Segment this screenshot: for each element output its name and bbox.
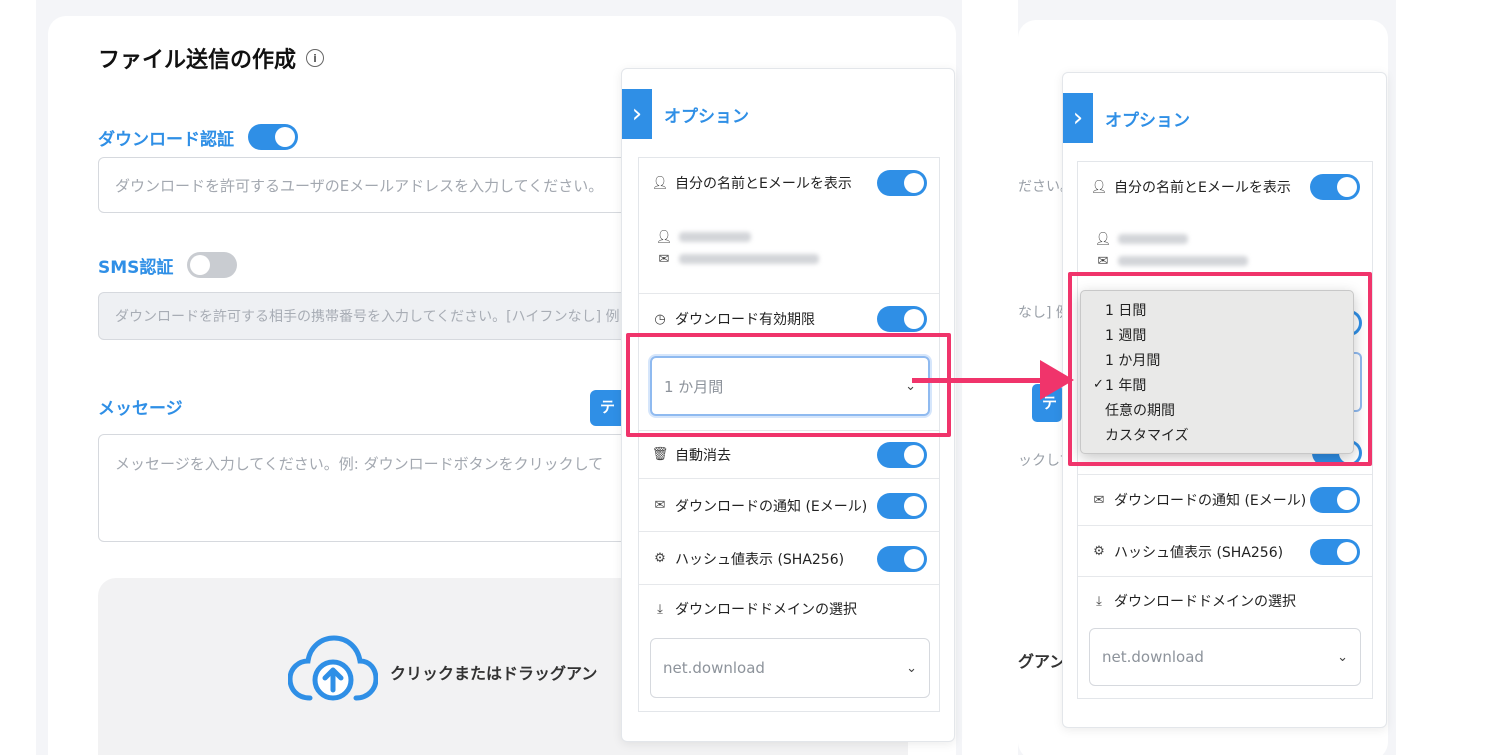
blurred-name xyxy=(679,232,751,242)
user-icon: 👤︎ xyxy=(651,175,669,191)
download-icon: ⤓ xyxy=(657,601,663,617)
options-title: オプション xyxy=(1105,110,1190,131)
show-name-email-toggle[interactable] xyxy=(1310,174,1360,200)
message-label: メッセージ xyxy=(98,394,183,419)
mail-icon: ✉ xyxy=(658,251,670,267)
mail-icon: ✉ xyxy=(654,498,666,513)
sender-info-blurred: 👤︎ ✉ xyxy=(655,229,819,288)
domain-select-value: net.download xyxy=(1102,648,1204,666)
option-domain-label: ダウンロードドメインの選択 xyxy=(1114,594,1296,610)
clock-icon: ◷ xyxy=(654,311,666,327)
option-show-name-email-label: 自分の名前とEメールを表示 xyxy=(675,176,852,192)
option-notify: ✉ ダウンロードの通知 (Eメール) xyxy=(1078,474,1372,526)
trash-icon: 🗑︎ xyxy=(651,447,669,462)
screenshot-stage: ファイル送信の作成 i ダウンロード認証 ダウンロードを許可するユーザのEメール… xyxy=(0,0,1500,755)
hash-toggle[interactable] xyxy=(1310,538,1360,565)
expiry-toggle[interactable] xyxy=(877,306,927,332)
options-header: › オプション xyxy=(622,89,749,139)
user-icon: 👤︎ xyxy=(1094,231,1112,247)
page-title: ファイル送信の作成 i xyxy=(98,42,325,74)
download-icon: ⤓ xyxy=(1096,593,1102,609)
option-show-name-email: 👤︎ 自分の名前とEメールを表示 xyxy=(1078,162,1372,212)
download-auth-label-text: ダウンロード認証 xyxy=(98,129,234,150)
highlight-box-expiry-select xyxy=(626,333,951,437)
mail-icon: ✉ xyxy=(1093,492,1105,508)
sender-email-row: ✉ xyxy=(657,251,819,267)
domain-select[interactable]: net.download ⌄ xyxy=(1089,628,1361,686)
chevron-down-icon: ⌄ xyxy=(1337,649,1348,665)
user-icon: 👤︎ xyxy=(1090,179,1108,195)
option-hash-label: ハッシュ値表示 (SHA256) xyxy=(1114,544,1284,561)
upload-text: クリックまたはドラッグアン xyxy=(390,664,598,683)
option-notify: ✉ ダウンロードの通知 (Eメール) xyxy=(639,480,939,532)
highlight-box-dropdown xyxy=(1068,272,1372,466)
notify-toggle[interactable] xyxy=(877,492,927,519)
mail-icon: ✉ xyxy=(1097,253,1109,269)
collapse-chevron-icon[interactable]: › xyxy=(1063,93,1093,143)
domain-select[interactable]: net.download ⌄ xyxy=(650,638,930,698)
annotation-arrow-line xyxy=(912,378,1044,383)
sms-auth-label-text: SMS認証 xyxy=(98,257,174,278)
option-domain-label: ダウンロードドメインの選択 xyxy=(675,602,857,618)
info-icon[interactable]: i xyxy=(306,49,325,67)
message-placeholder: メッセージを入力してください。例: ダウンロードボタンをクリックして xyxy=(115,455,604,473)
sender-name-row: 👤︎ xyxy=(655,229,819,245)
download-auth-placeholder: ダウンロードを許可するユーザのEメールアドレスを入力してください。 xyxy=(115,176,604,195)
option-notify-label: ダウンロードの通知 (Eメール) xyxy=(675,498,868,515)
page-title-text: ファイル送信の作成 xyxy=(98,48,297,73)
auto-delete-toggle[interactable] xyxy=(877,441,927,468)
sender-email-row: ✉ xyxy=(1096,253,1248,269)
options-title: オプション xyxy=(664,106,749,127)
download-auth-label: ダウンロード認証 xyxy=(98,124,298,150)
annotation-arrow-head-icon xyxy=(1040,360,1074,400)
gears-icon: ⚙ xyxy=(654,551,666,566)
sms-auth-toggle[interactable] xyxy=(187,252,238,278)
show-name-email-toggle[interactable] xyxy=(877,170,927,196)
option-auto-delete-label: 自動消去 xyxy=(675,447,731,464)
sender-name-row: 👤︎ xyxy=(1094,231,1248,247)
option-hash: ⚙ ハッシュ値表示 (SHA256) xyxy=(1078,527,1372,577)
option-hash: ⚙ ハッシュ値表示 (SHA256) xyxy=(639,533,939,585)
gears-icon: ⚙ xyxy=(1093,544,1105,559)
option-domain: ⤓ ダウンロードドメインの選択 xyxy=(1078,578,1372,624)
sms-auth-label: SMS認証 xyxy=(98,252,238,278)
option-domain: ⤓ ダウンロードドメインの選択 xyxy=(639,586,939,632)
hash-toggle[interactable] xyxy=(877,545,927,572)
blurred-email xyxy=(679,254,819,264)
option-auto-delete: 🗑︎ 自動消去 xyxy=(639,431,939,479)
collapse-chevron-icon[interactable]: › xyxy=(622,89,652,139)
domain-select-value: net.download xyxy=(663,659,765,677)
options-header: › オプション xyxy=(1063,93,1190,143)
sender-info-blurred: 👤︎ ✉ xyxy=(1094,231,1248,269)
template-button-label: テ xyxy=(600,398,616,416)
option-expiry-label: ダウンロード有効期限 xyxy=(675,312,815,328)
blurred-email xyxy=(1118,256,1248,266)
user-icon: 👤︎ xyxy=(655,229,673,245)
blurred-name xyxy=(1118,234,1188,244)
message-label-text: メッセージ xyxy=(98,399,183,419)
option-notify-label: ダウンロードの通知 (Eメール) xyxy=(1114,493,1307,509)
right-gutter xyxy=(1396,0,1500,755)
option-show-name-email: 👤︎ 自分の名前とEメールを表示 xyxy=(639,158,939,208)
option-hash-label: ハッシュ値表示 (SHA256) xyxy=(675,551,845,568)
notify-toggle[interactable] xyxy=(1310,487,1360,513)
chevron-down-icon: ⌄ xyxy=(906,660,917,676)
upload-text-fragment: グアン xyxy=(1018,652,1066,671)
sms-phone-placeholder: ダウンロードを許可する相手の携帯番号を入力してください。[ハイフンなし] 例: xyxy=(115,309,625,325)
download-auth-toggle[interactable] xyxy=(248,124,298,150)
cloud-upload-icon xyxy=(288,635,378,701)
option-show-name-email-label: 自分の名前とEメールを表示 xyxy=(1114,180,1291,196)
